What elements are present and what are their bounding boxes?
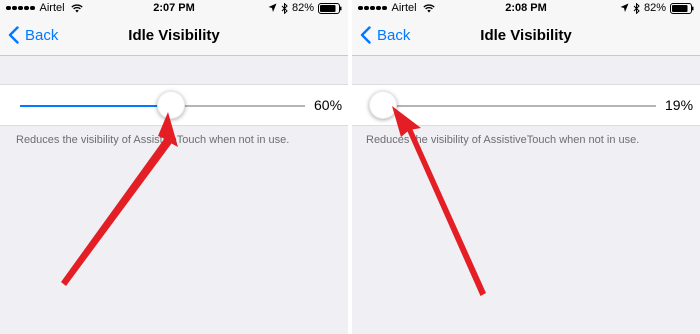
battery-percentage: 82% xyxy=(291,2,314,14)
battery-icon xyxy=(670,2,694,14)
idle-visibility-cell: 60% xyxy=(0,84,348,126)
opacity-slider[interactable] xyxy=(370,105,656,107)
navigation-bar: Back Idle Visibility xyxy=(0,16,348,56)
bluetooth-icon xyxy=(281,2,288,14)
location-arrow-icon xyxy=(620,3,629,12)
status-right: 82% xyxy=(268,2,342,14)
page-title: Idle Visibility xyxy=(128,27,220,44)
bluetooth-icon xyxy=(633,2,640,14)
settings-screen-right: Airtel 2:08 PM 82% Back Idle Visibility xyxy=(352,0,700,334)
slider-value-label: 60% xyxy=(314,97,343,113)
slider-thumb[interactable] xyxy=(157,91,186,119)
slider-fill xyxy=(20,105,172,107)
status-right: 82% xyxy=(620,2,694,14)
battery-percentage: 82% xyxy=(643,2,666,14)
idle-visibility-cell: 19% xyxy=(352,84,700,126)
page-title: Idle Visibility xyxy=(480,27,572,44)
status-bar: Airtel 2:07 PM 82% xyxy=(0,0,348,16)
slider-thumb[interactable] xyxy=(368,91,397,119)
footer-description: Reduces the visibility of AssistiveTouch… xyxy=(366,134,640,146)
navigation-bar: Back Idle Visibility xyxy=(352,16,700,56)
footer-description: Reduces the visibility of AssistiveTouch… xyxy=(16,134,290,146)
location-arrow-icon xyxy=(268,3,277,12)
settings-screen-left: Airtel 2:07 PM 82% Back Idle Visibility xyxy=(0,0,348,334)
status-bar: Airtel 2:08 PM 82% xyxy=(352,0,700,16)
battery-icon xyxy=(318,2,342,14)
slider-value-label: 19% xyxy=(665,97,694,113)
